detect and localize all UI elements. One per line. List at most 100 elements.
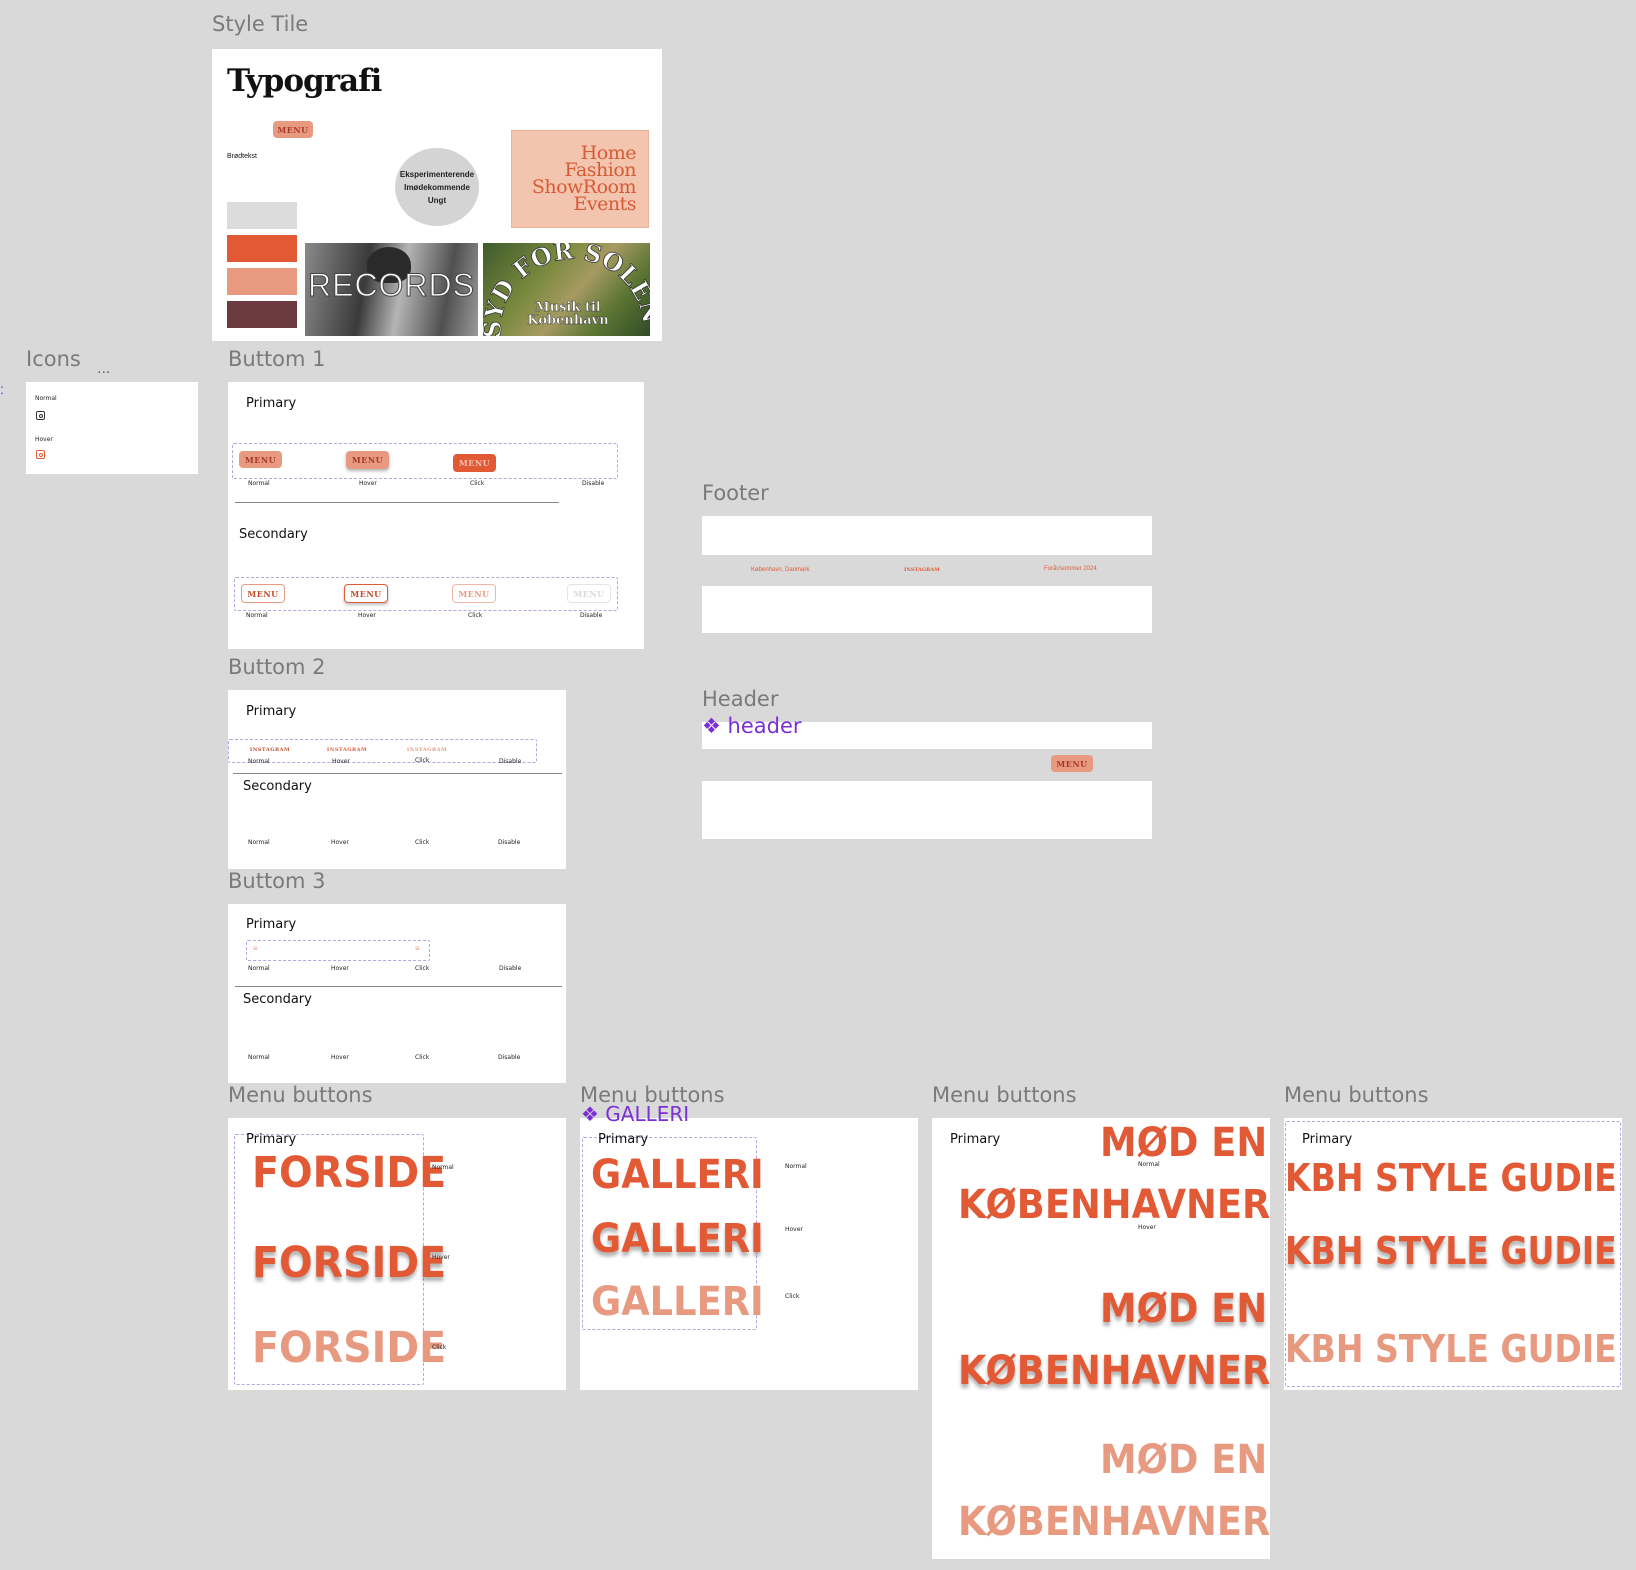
section-primary: Primary: [950, 1132, 1001, 1147]
section-secondary: Secondary: [243, 992, 312, 1007]
state-label: Normal: [35, 395, 57, 402]
state-label: Disable: [499, 758, 522, 765]
footer-season: Forår/sommer 2024: [1044, 566, 1097, 572]
menu-secondary-normal[interactable]: MENU: [241, 584, 285, 603]
footer-top-band: [702, 516, 1152, 555]
header-title: Header: [702, 687, 779, 711]
kbh-click[interactable]: KBH STYLE GUDIE: [1285, 1327, 1617, 1371]
syd-subtitle: København: [527, 313, 609, 328]
kbh-hover[interactable]: KBH STYLE GUDIE: [1285, 1229, 1617, 1273]
section-primary: Primary: [246, 917, 297, 932]
more-options-icon[interactable]: ...: [97, 360, 110, 378]
component-icon: ❖: [702, 714, 721, 738]
menu-button-click[interactable]: MENU: [453, 454, 496, 472]
menu-button-normal[interactable]: MENU: [239, 451, 282, 468]
menu-secondary-hover[interactable]: MENU: [344, 584, 388, 603]
state-label: Click: [415, 839, 430, 846]
color-swatch-grey: [227, 202, 297, 229]
header-menu-button[interactable]: MENU: [1051, 755, 1093, 772]
mod-en-hover-line2[interactable]: KØBENHAVNER: [958, 1348, 1270, 1394]
instagram-icon-hover[interactable]: [36, 450, 45, 459]
mod-en-hover-line1[interactable]: MØD EN: [1100, 1286, 1267, 1332]
instagram-icon[interactable]: [36, 411, 45, 420]
state-label: Hover: [359, 480, 377, 487]
button3-frame[interactable]: Primary ≡ ≡ Normal Hover Click Disable S…: [228, 904, 566, 1083]
header-component-label[interactable]: ❖ header: [702, 714, 802, 738]
menu-secondary-disabled[interactable]: MENU: [567, 584, 611, 603]
records-photo: RECORDS: [305, 243, 478, 336]
state-label: Click: [468, 612, 483, 619]
section-primary: Primary: [598, 1132, 649, 1147]
button1-title: Buttom 1: [228, 347, 326, 371]
menu-buttons-galleri-frame[interactable]: Primary GALLERI GALLERI GALLERI Normal H…: [580, 1118, 918, 1390]
state-label: Normal: [432, 1164, 454, 1171]
state-label: Hover: [432, 1254, 450, 1261]
state-label: Normal: [248, 839, 270, 846]
footer-instagram-link[interactable]: INSTAGRAM: [904, 567, 940, 573]
instagram-link-hover[interactable]: INSTAGRAM: [327, 745, 367, 755]
state-label: Hover: [331, 965, 349, 972]
hamburger-icon-hover[interactable]: ≡: [415, 944, 420, 953]
style-tile-frame[interactable]: Typografi MENU Brødtekst Eksperimenteren…: [212, 49, 662, 341]
section-secondary: Secondary: [239, 527, 308, 542]
brand-values-circle: Eksperimenterende Imødekommende Ungt: [395, 148, 479, 226]
mod-en-click-line2[interactable]: KØBENHAVNER: [958, 1499, 1270, 1545]
state-label: Hover: [785, 1226, 803, 1233]
component-name: GALLERI: [605, 1102, 690, 1126]
forside-click[interactable]: FORSIDE: [252, 1323, 446, 1373]
galleri-hover[interactable]: GALLERI: [591, 1216, 764, 1262]
menu-button-hover[interactable]: MENU: [346, 451, 389, 469]
mod-en-normal-line2[interactable]: KØBENHAVNER: [958, 1182, 1270, 1228]
icons-frame[interactable]: Normal Hover: [26, 382, 198, 474]
color-swatch-peach: [227, 268, 297, 295]
style-tile-menu-button[interactable]: MENU: [273, 121, 313, 138]
footer-title: Footer: [702, 481, 769, 505]
state-label: Hover: [331, 839, 349, 846]
state-label: Normal: [1138, 1161, 1160, 1168]
syd-for-solen-photo: SYD FOR SOLEN Musik til København: [483, 243, 650, 336]
divider: [233, 773, 562, 774]
body-text-sample: Brødtekst: [227, 153, 257, 160]
galleri-normal[interactable]: GALLERI: [591, 1152, 764, 1198]
state-label: Hover: [331, 1054, 349, 1061]
kbh-normal[interactable]: KBH STYLE GUDIE: [1285, 1156, 1617, 1200]
state-label: Disable: [499, 965, 522, 972]
divider: [235, 986, 562, 987]
galleri-component-label[interactable]: ❖ GALLERI: [581, 1102, 689, 1126]
menu-secondary-click[interactable]: MENU: [452, 584, 496, 603]
color-swatch-orange: [227, 235, 297, 262]
state-label: Hover: [1138, 1224, 1156, 1231]
instagram-link-click[interactable]: INSTAGRAM: [407, 745, 447, 755]
instagram-link-normal[interactable]: INSTAGRAM: [250, 745, 290, 755]
footer-bottom-band: [702, 586, 1152, 633]
state-label: Normal: [785, 1163, 807, 1170]
button2-title: Buttom 2: [228, 655, 326, 679]
typography-heading: Typografi: [227, 63, 382, 99]
divider: [235, 502, 559, 503]
icons-title: Icons: [26, 347, 81, 371]
hamburger-icon[interactable]: ≡: [253, 944, 258, 953]
selection-handle: :: [0, 381, 4, 397]
button2-frame[interactable]: Primary INSTAGRAM INSTAGRAM INSTAGRAM No…: [228, 690, 566, 869]
component-icon: ❖: [581, 1102, 599, 1126]
variant-group: [246, 940, 430, 961]
menu-buttons-mod-en-frame[interactable]: Primary MØD EN Normal KØBENHAVNER Hover …: [932, 1118, 1270, 1559]
button1-frame[interactable]: Primary MENU MENU MENU Normal Hover Clic…: [228, 382, 644, 649]
state-label: Disable: [498, 839, 521, 846]
section-primary: Primary: [246, 704, 297, 719]
menu-buttons-forside-frame[interactable]: Primary FORSIDE FORSIDE FORSIDE Normal H…: [228, 1118, 566, 1390]
state-label: Click: [415, 1054, 430, 1061]
variant-group: [232, 443, 618, 479]
galleri-click[interactable]: GALLERI: [591, 1279, 764, 1325]
state-label: Hover: [332, 758, 350, 765]
forside-normal[interactable]: FORSIDE: [252, 1148, 446, 1198]
header-bottom-band: [702, 781, 1152, 839]
component-name: header: [727, 714, 802, 738]
mod-en-click-line1[interactable]: MØD EN: [1100, 1437, 1267, 1483]
state-label: Disable: [582, 480, 605, 487]
forside-hover[interactable]: FORSIDE: [252, 1238, 446, 1288]
records-text: RECORDS: [307, 267, 475, 304]
state-label: Click: [415, 757, 430, 764]
menu-buttons-kbh-frame[interactable]: Primary KBH STYLE GUDIE KBH STYLE GUDIE …: [1284, 1118, 1622, 1390]
mod-en-normal-line1[interactable]: MØD EN: [1100, 1120, 1267, 1166]
